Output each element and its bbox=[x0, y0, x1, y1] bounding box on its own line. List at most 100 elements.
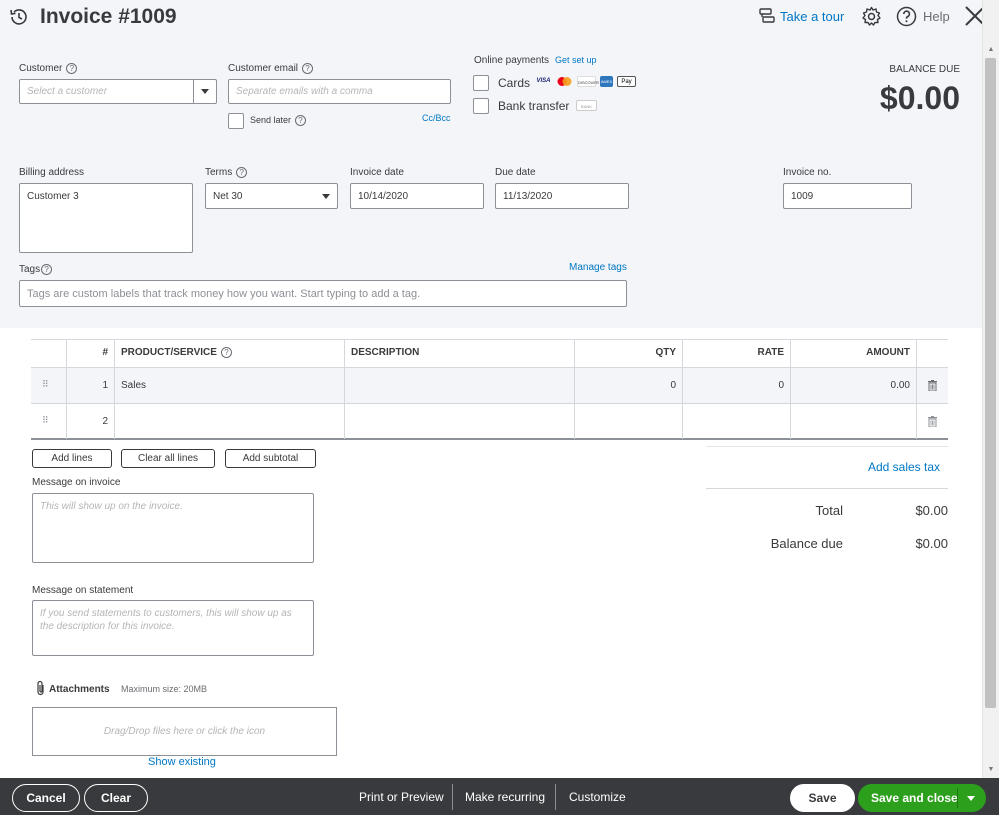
scroll-up-icon[interactable]: ▲ bbox=[986, 46, 996, 53]
customer-placeholder: Select a customer bbox=[27, 86, 108, 97]
invoice-date-label: Invoice date bbox=[350, 167, 404, 178]
balance-due-total-value: $0.00 bbox=[915, 536, 948, 551]
terms-label: Terms? bbox=[205, 167, 248, 178]
column-header-amount: AMOUNT bbox=[866, 347, 910, 358]
gear-icon[interactable] bbox=[861, 6, 882, 27]
help-icon[interactable]: ? bbox=[302, 63, 314, 74]
total-label: Total bbox=[815, 503, 843, 518]
invoice-date-input[interactable]: 10/14/2020 bbox=[350, 183, 484, 209]
history-icon[interactable] bbox=[8, 6, 30, 28]
manage-tags-link[interactable]: Manage tags bbox=[569, 262, 627, 273]
help-icon[interactable]: ? bbox=[41, 264, 53, 275]
save-button[interactable]: Save bbox=[790, 784, 855, 812]
bank-transfer-checkbox[interactable] bbox=[473, 98, 489, 114]
amex-icon: AMEX bbox=[600, 76, 613, 87]
column-divider bbox=[916, 339, 917, 439]
due-date-label: Due date bbox=[495, 167, 536, 178]
chevron-down-icon[interactable] bbox=[967, 796, 975, 801]
table-row-1-qty[interactable]: 0 bbox=[575, 380, 676, 391]
column-header-description: DESCRIPTION bbox=[351, 347, 420, 358]
column-divider bbox=[114, 339, 115, 439]
table-bottom-border bbox=[31, 438, 948, 440]
send-later-checkbox[interactable] bbox=[228, 113, 244, 129]
due-date-value: 11/13/2020 bbox=[503, 190, 553, 202]
help-icon[interactable]: ? bbox=[66, 63, 78, 74]
trash-icon[interactable] bbox=[928, 416, 937, 427]
tags-input[interactable]: Tags are custom labels that track money … bbox=[19, 280, 627, 307]
help-icon[interactable]: ? bbox=[236, 167, 248, 178]
table-row-1-product[interactable]: Sales bbox=[121, 380, 146, 391]
make-recurring-button[interactable]: Make recurring bbox=[465, 790, 545, 804]
help-link[interactable]: Help bbox=[923, 9, 950, 24]
table-row-border bbox=[31, 403, 948, 404]
chevron-down-icon[interactable] bbox=[193, 80, 216, 103]
show-existing-link[interactable]: Show existing bbox=[148, 756, 216, 768]
column-header-qty: QTY bbox=[655, 347, 676, 358]
scroll-down-icon[interactable]: ▼ bbox=[986, 766, 996, 773]
table-row-1-rate[interactable]: 0 bbox=[683, 380, 784, 391]
terms-select[interactable]: Net 30 bbox=[205, 183, 338, 209]
print-preview-button[interactable]: Print or Preview bbox=[359, 790, 444, 804]
table-row-1-num: 1 bbox=[102, 380, 108, 391]
total-value: $0.00 bbox=[915, 503, 948, 518]
due-date-input[interactable]: 11/13/2020 bbox=[495, 183, 629, 209]
table-row-1-amount[interactable]: 0.00 bbox=[791, 380, 910, 391]
clear-all-lines-button[interactable]: Clear all lines bbox=[121, 449, 215, 468]
customer-label: Customer? bbox=[19, 63, 78, 74]
help-icon[interactable]: ? bbox=[295, 115, 307, 126]
message-statement-input[interactable]: If you send statements to customers, thi… bbox=[32, 600, 314, 656]
cards-checkbox[interactable] bbox=[473, 75, 489, 91]
balance-due-amount: $0.00 bbox=[879, 80, 960, 116]
customer-email-label: Customer email? bbox=[228, 63, 314, 74]
bank-icon: BANK bbox=[576, 100, 597, 111]
trash-icon[interactable] bbox=[928, 380, 937, 391]
chevron-down-icon[interactable] bbox=[322, 193, 330, 199]
customer-email-input[interactable]: Separate emails with a comma bbox=[228, 79, 451, 104]
page-title: Invoice #1009 bbox=[40, 5, 177, 28]
scrollbar-thumb[interactable] bbox=[985, 58, 996, 708]
add-sales-tax-link[interactable]: Add sales tax bbox=[840, 460, 940, 474]
invoice-date-value: 10/14/2020 bbox=[358, 190, 409, 202]
invoice-header-panel bbox=[0, 0, 982, 328]
attachments-max-size: Maximum size: 20MB bbox=[121, 684, 208, 694]
add-subtotal-button[interactable]: Add subtotal bbox=[225, 449, 316, 468]
customize-button[interactable]: Customize bbox=[569, 790, 626, 804]
help-icon[interactable] bbox=[896, 6, 917, 27]
column-header-rate: RATE bbox=[757, 347, 784, 358]
take-tour-link[interactable]: Take a tour bbox=[780, 9, 844, 24]
column-header-num: # bbox=[102, 347, 108, 358]
add-lines-button[interactable]: Add lines bbox=[32, 449, 112, 468]
save-and-close-label: Save and close bbox=[871, 791, 958, 805]
customer-email-placeholder: Separate emails with a comma bbox=[236, 86, 373, 97]
split-button-divider bbox=[957, 788, 958, 808]
footer-divider bbox=[452, 784, 453, 810]
attachment-dropzone[interactable]: Drag/Drop files here or click the icon bbox=[32, 707, 337, 756]
get-set-up-link[interactable]: Get set up bbox=[555, 55, 597, 65]
invoice-no-input[interactable]: 1009 bbox=[783, 183, 912, 209]
footer-divider bbox=[555, 784, 556, 810]
bank-transfer-label: Bank transfer bbox=[498, 99, 570, 113]
column-divider bbox=[344, 339, 345, 439]
mastercard-icon bbox=[556, 76, 573, 87]
table-top-border bbox=[31, 339, 948, 340]
cancel-button[interactable]: Cancel bbox=[12, 784, 80, 812]
tags-placeholder: Tags are custom labels that track money … bbox=[27, 287, 421, 300]
billing-address-value: Customer 3 bbox=[27, 191, 79, 202]
balance-due-total-label: Balance due bbox=[770, 536, 843, 551]
clear-button[interactable]: Clear bbox=[84, 784, 148, 812]
totals-divider bbox=[706, 488, 948, 489]
drag-handle-icon[interactable]: ⠿ bbox=[42, 379, 49, 390]
tour-icon[interactable] bbox=[758, 7, 776, 25]
paperclip-icon[interactable] bbox=[35, 680, 46, 697]
drag-handle-icon[interactable]: ⠿ bbox=[42, 415, 49, 426]
terms-value: Net 30 bbox=[213, 190, 243, 202]
message-invoice-input[interactable]: This will show up on the invoice. bbox=[32, 493, 314, 563]
invoice-no-value: 1009 bbox=[791, 190, 814, 202]
customer-select[interactable]: Select a customer bbox=[19, 79, 217, 104]
message-statement-label: Message on statement bbox=[32, 585, 134, 596]
column-header-product: PRODUCT/SERVICE? bbox=[121, 347, 232, 358]
message-invoice-label: Message on invoice bbox=[32, 477, 121, 488]
billing-address-input[interactable]: Customer 3 bbox=[19, 183, 193, 253]
cc-bcc-link[interactable]: Cc/Bcc bbox=[422, 113, 451, 123]
help-icon[interactable]: ? bbox=[220, 347, 232, 358]
